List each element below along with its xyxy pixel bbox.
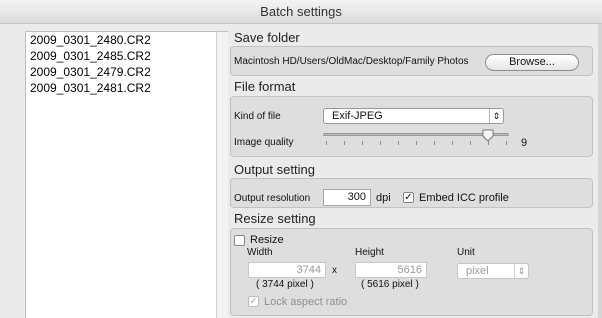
resize-label: Resize — [250, 234, 284, 246]
window-title: Batch settings — [260, 4, 342, 19]
window-titlebar: Batch settings — [0, 0, 602, 24]
slider-tick — [380, 141, 381, 145]
width-pixels-label: ( 3744 pixel ) — [256, 279, 314, 290]
file-format-box: Kind of file Exif-JPEG ⇕ Image quality 9 — [230, 96, 593, 157]
save-folder-box: Macintosh HD/Users/OldMac/Desktop/Family… — [230, 46, 593, 76]
file-list-scrollbar[interactable] — [216, 31, 228, 318]
height-label: Height — [355, 247, 384, 258]
file-format-title: File format — [234, 79, 296, 94]
resize-checkbox[interactable] — [234, 235, 245, 246]
embed-icc-label: Embed ICC profile — [419, 192, 509, 204]
list-item[interactable]: 2009_0301_2479.CR2 — [26, 64, 216, 80]
slider-tick — [416, 141, 417, 145]
chevron-updown-icon: ⇕ — [514, 264, 528, 278]
list-item[interactable]: 2009_0301_2481.CR2 — [26, 80, 216, 96]
width-label: Width — [247, 247, 273, 258]
slider-tick — [344, 141, 345, 145]
slider-tick — [470, 141, 471, 145]
list-item[interactable]: 2009_0301_2485.CR2 — [26, 48, 216, 64]
embed-icc-checkbox[interactable]: ✓ — [403, 192, 414, 203]
height-field[interactable]: 5616 — [355, 262, 427, 278]
resolution-unit-label: dpi — [376, 192, 391, 204]
output-setting-box: Output resolution 300 dpi ✓ Embed ICC pr… — [230, 178, 593, 208]
resize-setting-box: Resize Width Height Unit 3744 x 5616 pix… — [230, 228, 593, 316]
slider-tick — [326, 141, 327, 145]
unit-value: pixel — [466, 265, 489, 277]
image-quality-slider[interactable] — [323, 127, 513, 151]
lock-aspect-label: Lock aspect ratio — [264, 296, 348, 308]
slider-tick — [398, 141, 399, 145]
image-quality-label: Image quality — [234, 137, 294, 148]
kind-of-file-select[interactable]: Exif-JPEG ⇕ — [323, 108, 504, 124]
list-item[interactable]: 2009_0301_2480.CR2 — [26, 32, 216, 48]
save-folder-path: Macintosh HD/Users/OldMac/Desktop/Family… — [234, 56, 469, 67]
resize-setting-title: Resize setting — [234, 211, 316, 226]
kind-of-file-value: Exif-JPEG — [332, 110, 383, 122]
chevron-updown-icon: ⇕ — [489, 109, 503, 123]
file-list[interactable]: 2009_0301_2480.CR2 2009_0301_2485.CR2 20… — [25, 31, 216, 318]
slider-tick — [506, 141, 507, 145]
checkmark-icon: ✓ — [249, 296, 258, 307]
slider-tick — [452, 141, 453, 145]
width-field[interactable]: 3744 — [248, 262, 326, 278]
browse-button[interactable]: Browse... — [485, 54, 579, 71]
window-edge — [598, 24, 602, 318]
image-quality-value: 9 — [521, 137, 528, 149]
output-resolution-field[interactable]: 300 — [323, 189, 371, 206]
output-setting-title: Output setting — [234, 162, 315, 177]
save-folder-title: Save folder — [234, 30, 300, 45]
slider-tick — [362, 141, 363, 145]
checkmark-icon: ✓ — [404, 192, 413, 203]
lock-aspect-checkbox[interactable]: ✓ — [248, 296, 259, 307]
kind-of-file-label: Kind of file — [234, 111, 281, 122]
height-pixels-label: ( 5616 pixel ) — [361, 279, 419, 290]
output-resolution-label: Output resolution — [234, 193, 311, 204]
slider-tick — [434, 141, 435, 145]
times-label: x — [332, 265, 337, 276]
unit-select[interactable]: pixel ⇕ — [457, 263, 529, 279]
slider-thumb[interactable] — [482, 129, 494, 142]
unit-label: Unit — [457, 247, 475, 258]
